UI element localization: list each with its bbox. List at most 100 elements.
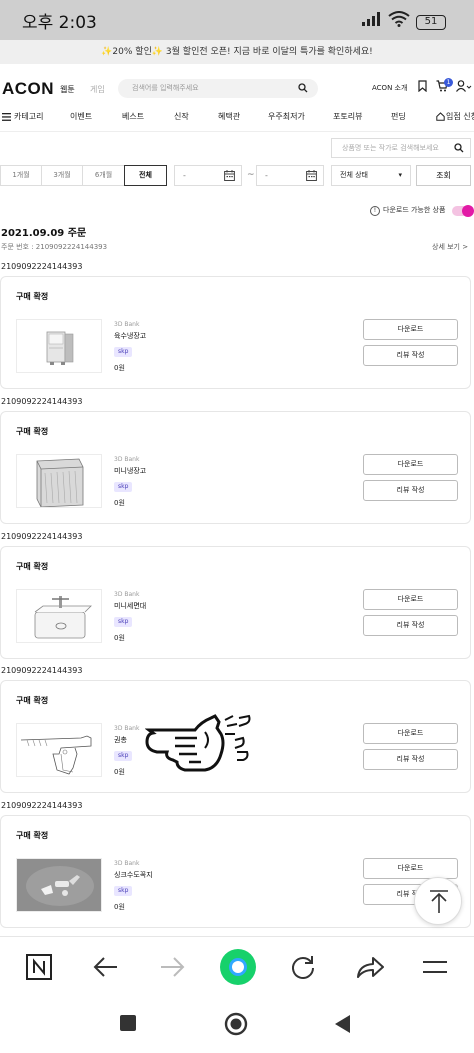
order-search-input[interactable]: 상품명 또는 작가로 검색해보세요 <box>331 138 471 158</box>
product-card: 구매 확정 3D Bank 싱크수도꼭지 skp 0원 다운로드 리뷰 작성 <box>0 815 471 928</box>
download-button[interactable]: 다운로드 <box>363 858 458 879</box>
search-icon[interactable] <box>454 143 464 153</box>
product-brand[interactable]: 3D Bank <box>114 860 139 867</box>
period-6-months[interactable]: 6개월 <box>82 165 125 186</box>
downloadable-only-toggle[interactable] <box>452 205 474 217</box>
naver-n-icon[interactable] <box>25 953 53 981</box>
product-brand[interactable]: 3D Bank <box>114 725 139 732</box>
nav-item-photo-review[interactable]: 포토리뷰 <box>333 111 362 122</box>
format-tag: skp <box>114 617 133 627</box>
downloadable-only-text: 다운로드 가능한 상품 <box>383 206 446 214</box>
write-review-button[interactable]: 리뷰 작성 <box>363 615 458 636</box>
product-name[interactable]: 미니세면대 <box>114 601 146 611</box>
calendar-icon[interactable] <box>224 170 235 181</box>
product-thumbnail[interactable] <box>16 858 102 912</box>
download-button[interactable]: 다운로드 <box>363 589 458 610</box>
start-date-field[interactable]: - <box>174 165 242 186</box>
nav-item-event[interactable]: 이벤트 <box>70 111 92 122</box>
product-brand[interactable]: 3D Bank <box>114 321 139 328</box>
product-thumbnail[interactable] <box>16 589 102 643</box>
nav-item-category[interactable]: 카테고리 <box>14 111 43 122</box>
product-name[interactable]: 미니냉장고 <box>114 466 146 476</box>
forward-arrow-icon[interactable] <box>158 953 186 981</box>
product-thumbnail[interactable] <box>16 454 102 508</box>
nav-item-vendor-apply[interactable]: 입점 신청 <box>446 111 474 122</box>
toggle-knob <box>462 205 474 217</box>
product-thumbnail[interactable] <box>16 319 102 373</box>
menu-icon[interactable] <box>2 113 11 121</box>
end-date-field[interactable]: - <box>256 165 324 186</box>
status-select[interactable]: 전체 상태 ▾ <box>331 165 411 186</box>
header-search-input[interactable]: 검색어를 입력해주세요 <box>118 79 318 98</box>
end-date-value: - <box>265 171 268 180</box>
user-icon[interactable] <box>456 80 472 92</box>
purchase-status: 구매 확정 <box>16 292 49 301</box>
order-item-id: 2109092224144393 <box>1 397 83 406</box>
signal-icon <box>362 12 380 26</box>
tab-game[interactable]: 게임 <box>90 84 105 95</box>
green-dot-icon[interactable] <box>219 948 257 986</box>
purchase-status: 구매 확정 <box>16 831 49 840</box>
order-item-id: 2109092224144393 <box>1 801 83 810</box>
product-name[interactable]: 싱크수도꼭지 <box>114 870 153 880</box>
promo-banner[interactable]: ✨20% 할인✨ 3월 할인전 오픈! 지금 바로 이달의 특가를 확인하세요! <box>0 40 474 64</box>
date-range-separator: ~ <box>247 170 255 180</box>
nav-item-new[interactable]: 신작 <box>174 111 189 122</box>
order-detail-link[interactable]: 상세 보기 > <box>432 242 468 252</box>
product-brand[interactable]: 3D Bank <box>114 456 139 463</box>
bookmark-icon[interactable] <box>418 80 427 92</box>
download-button[interactable]: 다운로드 <box>363 454 458 475</box>
purchase-status: 구매 확정 <box>16 427 49 436</box>
product-card: 구매 확정 3D Bank 미니냉장고 skp 0원 다운로드리뷰 작성 <box>0 411 471 524</box>
chevron-down-icon: ▾ <box>398 171 402 179</box>
write-review-button[interactable]: 리뷰 작성 <box>363 345 458 366</box>
download-button[interactable]: 다운로드 <box>363 723 458 744</box>
write-review-button[interactable]: 리뷰 작성 <box>363 749 458 770</box>
battery-icon: 51 <box>416 15 446 30</box>
downloadable-only-label: ! 다운로드 가능한 상품 <box>370 205 445 216</box>
format-tag: skp <box>114 482 133 492</box>
refresh-icon[interactable] <box>289 953 317 981</box>
recent-apps-icon[interactable] <box>119 1014 137 1032</box>
back-arrow-icon[interactable] <box>92 953 120 981</box>
share-icon[interactable] <box>355 953 385 981</box>
home-icon <box>436 112 445 121</box>
order-number: 주문 번호 : 2109092224144393 <box>1 243 108 251</box>
header-search-placeholder: 검색어를 입력해주세요 <box>132 84 199 92</box>
product-price: 0원 <box>114 499 125 507</box>
product-thumbnail[interactable] <box>16 723 102 777</box>
acon-intro-link[interactable]: ACON 소개 <box>372 83 407 93</box>
product-name[interactable]: 육수냉장고 <box>114 331 146 341</box>
product-name[interactable]: 권총 <box>114 735 127 745</box>
nav-item-lowest-price[interactable]: 우주최저가 <box>268 111 305 122</box>
product-price: 0원 <box>114 364 125 372</box>
period-all[interactable]: 전체 <box>124 165 167 186</box>
search-icon[interactable] <box>298 83 308 93</box>
order-item-block: 2109092224144393 구매 확정 3D Bank 싱크수도꼭지 skp 0원 다… <box>0 801 474 935</box>
status-select-value: 전체 상태 <box>340 171 368 179</box>
nav-item-funding[interactable]: 펀딩 <box>391 111 406 122</box>
home-button-icon[interactable] <box>224 1012 248 1036</box>
tab-webtoon[interactable]: 웹툰 <box>60 84 75 95</box>
calendar-icon[interactable] <box>306 170 317 181</box>
period-3-months[interactable]: 3개월 <box>41 165 83 186</box>
format-tag: skp <box>114 751 133 761</box>
menu-lines-icon[interactable] <box>421 953 449 981</box>
purchase-status: 구매 확정 <box>16 562 49 571</box>
period-1-month[interactable]: 1개월 <box>0 165 42 186</box>
info-icon: ! <box>370 206 380 216</box>
order-date-title: 2021.09.09 주문 <box>1 228 87 239</box>
back-triangle-icon[interactable] <box>333 1014 351 1034</box>
nav-item-best[interactable]: 베스트 <box>122 111 144 122</box>
download-button[interactable]: 다운로드 <box>363 319 458 340</box>
product-brand[interactable]: 3D Bank <box>114 591 139 598</box>
search-button[interactable]: 조회 <box>416 165 471 186</box>
acon-logo[interactable]: ACON <box>2 79 54 99</box>
arrow-up-icon <box>430 890 448 913</box>
scroll-to-top-button[interactable] <box>414 877 462 925</box>
write-review-button[interactable]: 리뷰 작성 <box>363 480 458 501</box>
nav-item-benefits[interactable]: 혜택관 <box>218 111 240 122</box>
wifi-icon <box>388 11 410 27</box>
cart-count-badge: 1 <box>444 78 453 87</box>
format-tag: skp <box>114 886 133 896</box>
